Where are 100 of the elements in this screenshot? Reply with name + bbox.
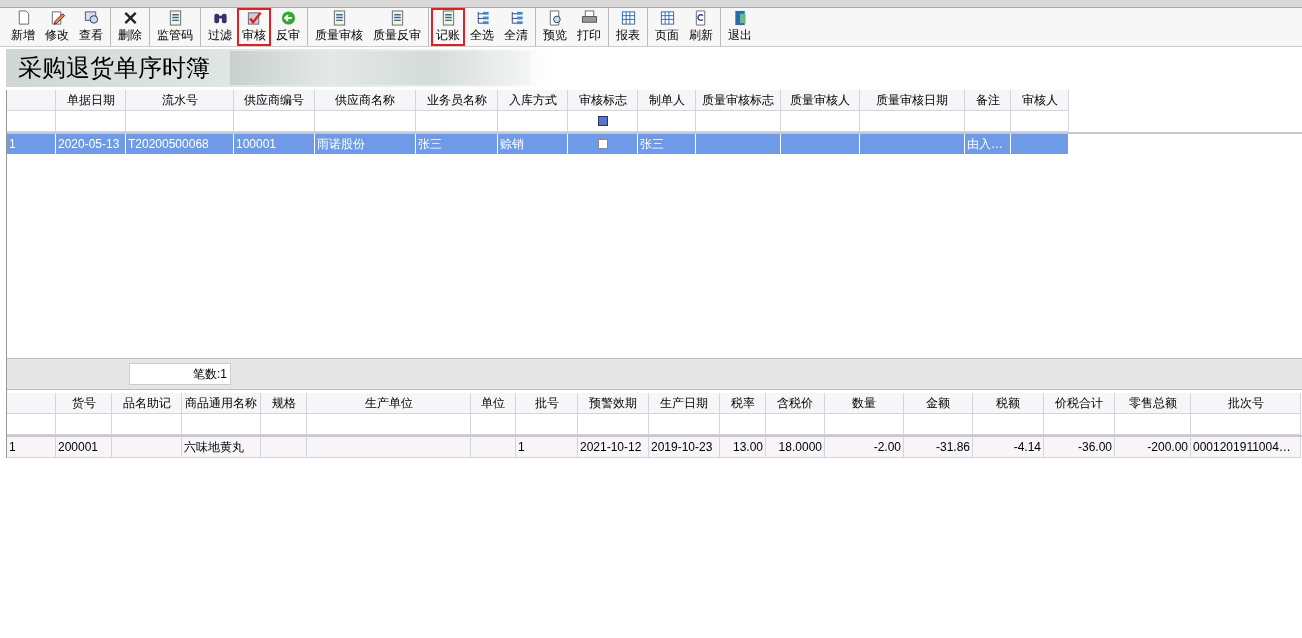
column-header[interactable]: 质量审核人: [781, 90, 860, 111]
column-header[interactable]: 供应商名称: [315, 90, 416, 111]
filter-cell[interactable]: [766, 414, 825, 435]
column-header[interactable]: 税额: [973, 393, 1044, 414]
column-header[interactable]: 生产日期: [649, 393, 720, 414]
column-header[interactable]: 批号: [516, 393, 578, 414]
row-number: 1: [7, 437, 56, 458]
column-header[interactable]: 制单人: [638, 90, 696, 111]
filter-cell[interactable]: [1115, 414, 1191, 435]
filter-cell[interactable]: [1191, 414, 1301, 435]
toolbar-button[interactable]: 页面: [650, 8, 684, 46]
checkbox[interactable]: [597, 139, 608, 149]
column-header[interactable]: 金额: [904, 393, 973, 414]
toolbar-button[interactable]: 全清: [499, 8, 533, 46]
table-cell: 2021-10-12: [578, 437, 649, 458]
filter-cell[interactable]: [56, 414, 112, 435]
column-header[interactable]: 质量审核标志: [696, 90, 781, 111]
filter-cell[interactable]: [471, 414, 516, 435]
column-header[interactable]: 审核标志: [568, 90, 638, 111]
header-cell: [7, 393, 56, 414]
column-header[interactable]: 单位: [471, 393, 516, 414]
column-header[interactable]: 税率: [720, 393, 766, 414]
toolbar-button[interactable]: 记账: [431, 8, 465, 46]
table-cell: 2019-10-23: [649, 437, 720, 458]
magnifier-icon: [82, 10, 100, 26]
column-header[interactable]: 价税合计: [1044, 393, 1115, 414]
filter-cell[interactable]: [965, 111, 1011, 132]
header-cell: [7, 90, 56, 111]
table-cell: -200.00: [1115, 437, 1191, 458]
column-header[interactable]: 预警效期: [578, 393, 649, 414]
toolbar-button[interactable]: 刷新: [684, 8, 718, 46]
toolbar-button[interactable]: 修改: [40, 8, 74, 46]
table-cell: 六味地黄丸: [182, 437, 261, 458]
table-cell: 200001: [56, 437, 112, 458]
filter-cell[interactable]: [1011, 111, 1069, 132]
column-header[interactable]: 审核人: [1011, 90, 1069, 111]
table-cell: 1: [516, 437, 578, 458]
column-header[interactable]: 生产单位: [307, 393, 471, 414]
filter-cell[interactable]: [516, 414, 578, 435]
filter-cell[interactable]: [781, 111, 860, 132]
toolbar-button[interactable]: 报表: [611, 8, 645, 46]
toolbar-button[interactable]: 预览: [538, 8, 572, 46]
filter-cell[interactable]: [568, 111, 638, 132]
filter-cell[interactable]: [234, 111, 315, 132]
filter-cell[interactable]: [860, 111, 965, 132]
filter-cell[interactable]: [56, 111, 126, 132]
column-header[interactable]: 入库方式: [498, 90, 568, 111]
toolbar-button[interactable]: 监管码: [152, 8, 198, 46]
column-header[interactable]: 数量: [825, 393, 904, 414]
filter-cell[interactable]: [973, 414, 1044, 435]
filter-cell[interactable]: [720, 414, 766, 435]
filter-cell[interactable]: [498, 111, 568, 132]
column-header[interactable]: 单据日期: [56, 90, 126, 111]
column-header[interactable]: 业务员名称: [416, 90, 498, 111]
filter-checkbox[interactable]: [597, 116, 608, 126]
toolbar-button[interactable]: 新增: [6, 8, 40, 46]
toolbar-button[interactable]: 审核: [237, 8, 271, 46]
column-header[interactable]: 零售总额: [1115, 393, 1191, 414]
filter-cell[interactable]: [307, 414, 471, 435]
column-header[interactable]: 质量审核日期: [860, 90, 965, 111]
column-header[interactable]: 商品通用名称: [182, 393, 261, 414]
filter-cell[interactable]: [904, 414, 973, 435]
table-cell: 由入…: [965, 134, 1011, 155]
filter-cell[interactable]: [112, 414, 182, 435]
toolbar-button[interactable]: 删除: [113, 8, 147, 46]
toolbar-button[interactable]: 过滤: [203, 8, 237, 46]
filter-cell[interactable]: [825, 414, 904, 435]
filter-cell[interactable]: [1044, 414, 1115, 435]
filter-cell[interactable]: [261, 414, 307, 435]
toolbar-button[interactable]: 质量反审: [368, 8, 426, 46]
filter-cell[interactable]: [315, 111, 416, 132]
column-header[interactable]: 供应商编号: [234, 90, 315, 111]
toolbar-button[interactable]: 反审: [271, 8, 305, 46]
column-header[interactable]: 批次号: [1191, 393, 1301, 414]
table-cell: 2020-05-13: [56, 134, 126, 155]
toolbar-button[interactable]: 打印: [572, 8, 606, 46]
column-header[interactable]: 品名助记: [112, 393, 182, 414]
banner-title: 采购退货单序时簿: [17, 53, 210, 84]
column-header[interactable]: 流水号: [126, 90, 234, 111]
filter-cell[interactable]: [578, 414, 649, 435]
table-cell: [1011, 134, 1069, 155]
column-header[interactable]: 含税价: [766, 393, 825, 414]
table-cell: 100001: [234, 134, 315, 155]
toolbar-button[interactable]: 全选: [465, 8, 499, 46]
column-header[interactable]: 规格: [261, 393, 307, 414]
table-cell: 张三: [638, 134, 696, 155]
table-cell: 0001201911004…: [1191, 437, 1301, 458]
filter-cell[interactable]: [638, 111, 696, 132]
toolbar-button[interactable]: 退出: [723, 8, 757, 46]
filter-cell[interactable]: [182, 414, 261, 435]
row-number: 1: [7, 134, 56, 155]
column-header[interactable]: 备注: [965, 90, 1011, 111]
filter-cell[interactable]: [649, 414, 720, 435]
table-row[interactable]: 1 200001 六味地黄丸 1 2021-10-12 2019-10-23 13.00 18.0000 -2.00 -31.86 -4.14 -36.00 -200.00 0001201911004…: [7, 437, 1302, 458]
filter-cell[interactable]: [696, 111, 781, 132]
filter-cell[interactable]: [126, 111, 234, 132]
toolbar-button[interactable]: 质量审核: [310, 8, 368, 46]
column-header[interactable]: 货号: [56, 393, 112, 414]
toolbar-button[interactable]: 查看: [74, 8, 108, 46]
filter-cell[interactable]: [416, 111, 498, 132]
